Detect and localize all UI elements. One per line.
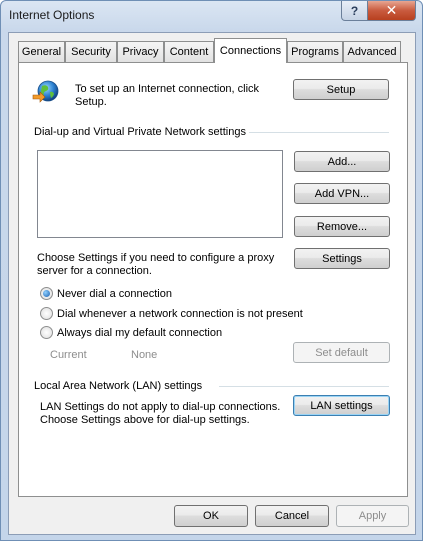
group-divider [249, 132, 389, 133]
ok-button[interactable]: OK [174, 505, 248, 527]
tab-label: Connections [219, 45, 282, 57]
lan-description: LAN Settings do not apply to dial-up con… [40, 401, 281, 413]
setup-description-cont: Setup. [75, 96, 107, 108]
close-icon: ✕ [385, 2, 398, 18]
dialog-client-area: General Security Privacy Content Connect… [8, 32, 416, 535]
proxy-settings-description-cont: server for a connection. [37, 265, 152, 277]
lan-description-cont: Choose Settings above for dial-up settin… [40, 414, 250, 426]
proxy-settings-description: Choose Settings if you need to configure… [37, 252, 275, 264]
radio-never-dial[interactable] [40, 287, 53, 300]
add-button[interactable]: Add... [294, 151, 390, 172]
dialup-group-label: Dial-up and Virtual Private Network sett… [34, 126, 246, 138]
tab-label: Security [71, 46, 111, 58]
tab-security[interactable]: Security [65, 41, 117, 62]
tab-label: Privacy [122, 46, 159, 58]
add-vpn-button[interactable]: Add VPN... [294, 183, 390, 204]
lan-group-label: Local Area Network (LAN) settings [34, 380, 203, 392]
window-title: Internet Options [9, 8, 95, 22]
cancel-button[interactable]: Cancel [255, 505, 329, 527]
radio-dial-whenever-label[interactable]: Dial whenever a network connection is no… [57, 308, 303, 321]
tab-advanced[interactable]: Advanced [343, 41, 401, 62]
close-button[interactable]: ✕ [367, 1, 416, 21]
globe-network-icon [32, 80, 59, 103]
tab-content[interactable]: Content [164, 41, 214, 62]
internet-options-window: Internet Options ? ✕ General Security Pr… [0, 0, 423, 541]
title-bar[interactable]: Internet Options ? ✕ [1, 1, 422, 31]
help-button[interactable]: ? [341, 1, 368, 21]
tab-connections[interactable]: Connections [214, 38, 287, 63]
set-default-button[interactable]: Set default [293, 342, 390, 363]
apply-button[interactable]: Apply [336, 505, 409, 527]
tab-general[interactable]: General [18, 41, 65, 62]
current-label: Current [50, 349, 87, 361]
tab-privacy[interactable]: Privacy [117, 41, 164, 62]
radio-always-dial[interactable] [40, 326, 53, 339]
help-icon: ? [350, 3, 359, 18]
connections-list[interactable] [37, 150, 283, 238]
setup-button[interactable]: Setup [293, 79, 389, 100]
tab-label: Content [169, 46, 209, 58]
tab-programs[interactable]: Programs [287, 41, 343, 62]
current-value: None [131, 349, 158, 361]
tab-label: General [21, 46, 62, 58]
tab-label: Programs [291, 46, 339, 58]
connections-panel: To set up an Internet connection, click … [18, 62, 408, 497]
radio-dial-whenever[interactable] [40, 307, 53, 320]
setup-description: To set up an Internet connection, click [75, 83, 260, 95]
group-divider [219, 386, 389, 387]
settings-button[interactable]: Settings [294, 248, 390, 269]
radio-always-dial-label[interactable]: Always dial my default connection [57, 327, 222, 340]
remove-button[interactable]: Remove... [294, 216, 390, 237]
tab-label: Advanced [347, 46, 397, 58]
radio-never-dial-label[interactable]: Never dial a connection [57, 288, 172, 301]
lan-settings-button[interactable]: LAN settings [293, 395, 390, 416]
